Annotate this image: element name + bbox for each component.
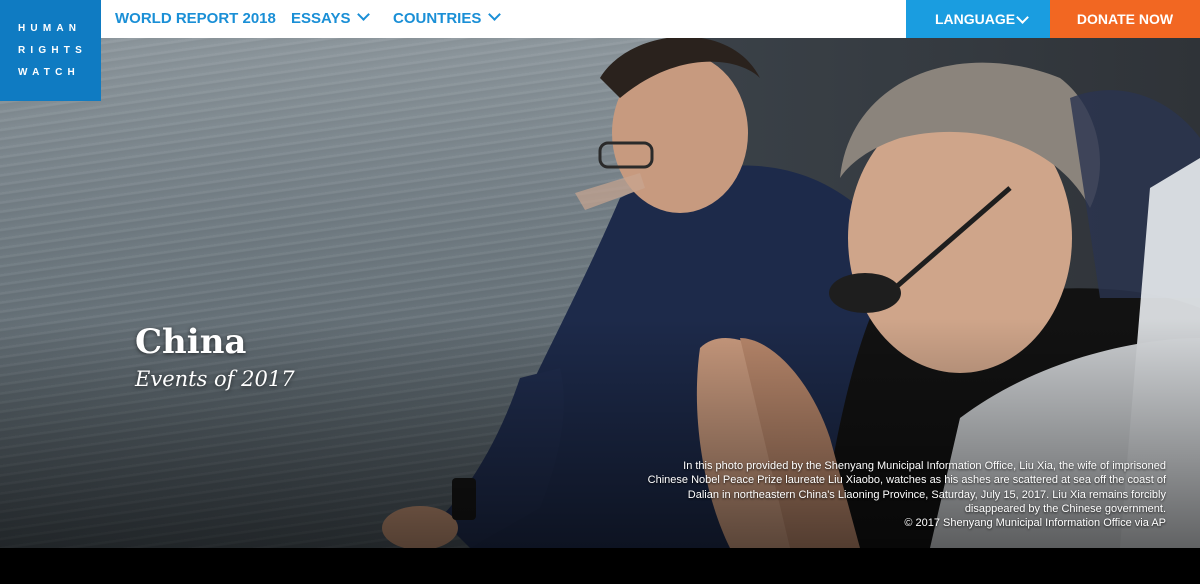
nav-essays-menu[interactable]: ESSAYS xyxy=(291,0,371,38)
language-label: LANGUAGE xyxy=(935,11,1016,27)
nav-world-report-link[interactable]: WORLD REPORT 2018 xyxy=(115,0,276,38)
page-subtitle: Events of 2017 xyxy=(135,367,295,391)
donate-now-button[interactable]: DONATE NOW xyxy=(1050,0,1200,38)
language-dropdown-button[interactable]: LANGUAGE xyxy=(906,0,1050,38)
page-title: China xyxy=(135,322,247,362)
chevron-down-icon xyxy=(357,8,371,21)
top-navigation-bar: WORLD REPORT 2018 ESSAYS COUNTRIES LANGU… xyxy=(0,0,1200,38)
chevron-down-icon xyxy=(1016,11,1029,24)
bottom-black-bar xyxy=(0,548,1200,584)
nav-countries-menu[interactable]: COUNTRIES xyxy=(393,0,502,38)
hrw-logo[interactable]: HUMAN RIGHTS WATCH xyxy=(0,0,101,101)
photo-caption: In this photo provided by the Shenyang M… xyxy=(647,460,1166,516)
logo-line-watch: WATCH xyxy=(18,67,80,78)
nav-essays-label: ESSAYS xyxy=(291,10,351,27)
logo-line-human: HUMAN xyxy=(18,23,82,34)
photo-credit: © 2017 Shenyang Municipal Information Of… xyxy=(904,517,1166,529)
nav-countries-label: COUNTRIES xyxy=(393,10,482,27)
logo-line-rights: RIGHTS xyxy=(18,45,87,56)
chevron-down-icon xyxy=(488,8,502,21)
